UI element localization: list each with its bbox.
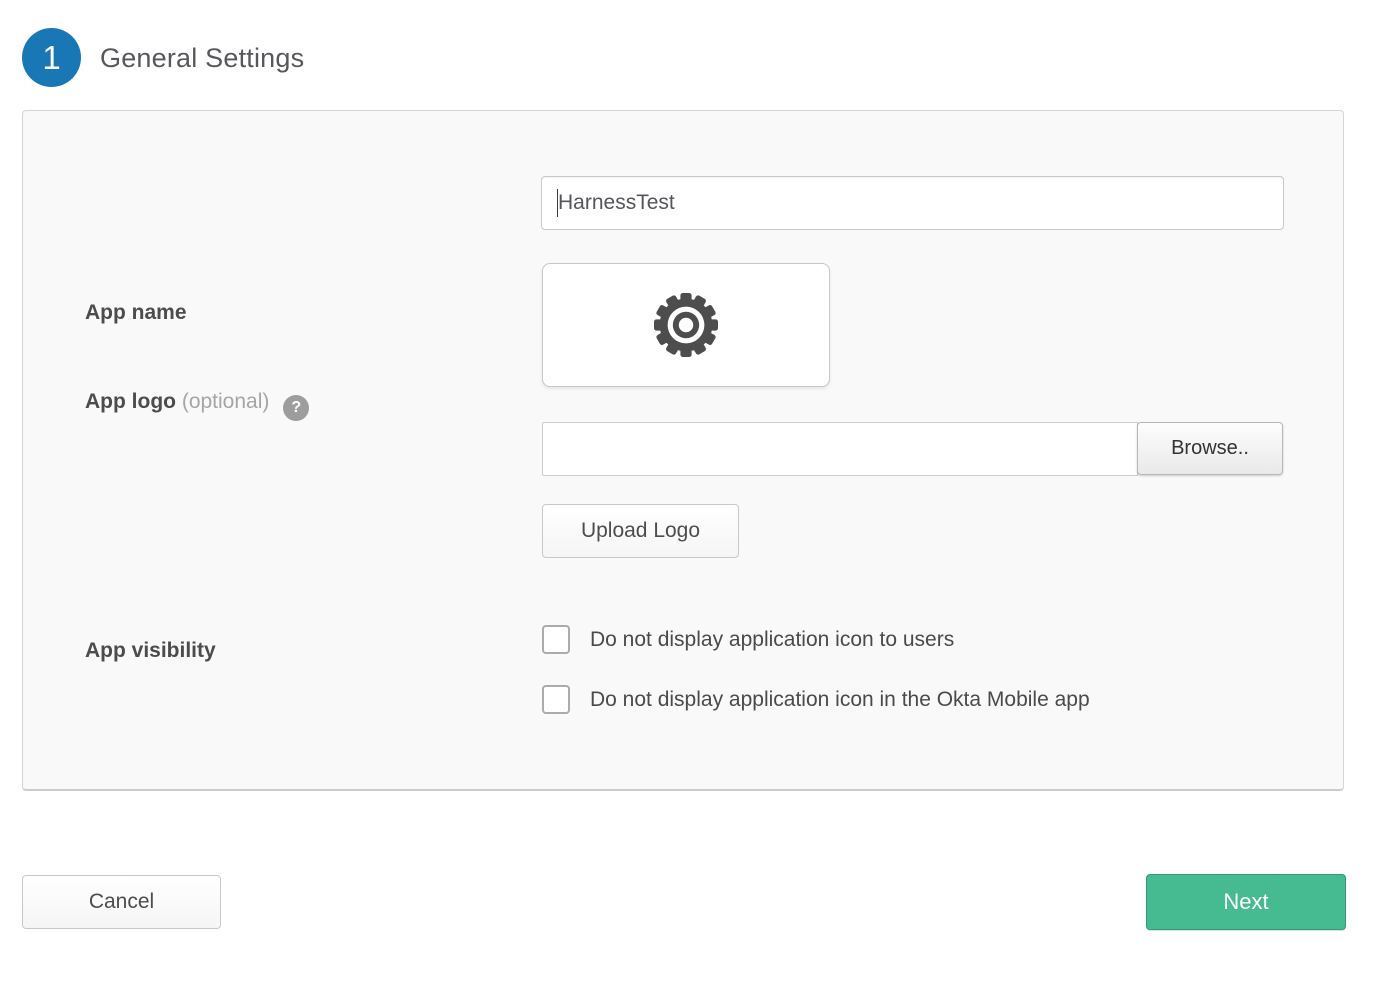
general-settings-page: 1 General Settings App name App logo (op… bbox=[0, 0, 1388, 986]
logo-file-row: Browse.. bbox=[542, 422, 1283, 476]
browse-button[interactable]: Browse.. bbox=[1137, 422, 1283, 475]
visibility-option-row: Do not display application icon to users bbox=[542, 625, 954, 654]
file-path-field[interactable] bbox=[542, 422, 1138, 476]
general-settings-panel: App name App logo (optional) ? bbox=[22, 110, 1344, 791]
app-logo-label-row: App logo (optional) ? bbox=[85, 390, 309, 421]
cancel-button[interactable]: Cancel bbox=[22, 875, 221, 929]
upload-logo-button[interactable]: Upload Logo bbox=[542, 504, 739, 558]
hide-icon-users-label: Do not display application icon to users bbox=[590, 628, 954, 652]
text-caret bbox=[557, 189, 558, 217]
optional-note: (optional) bbox=[182, 390, 270, 413]
next-button[interactable]: Next bbox=[1146, 874, 1346, 930]
gear-icon bbox=[646, 285, 726, 365]
page-title: General Settings bbox=[100, 28, 304, 87]
hide-icon-mobile-checkbox[interactable] bbox=[542, 685, 570, 714]
app-name-label: App name bbox=[85, 301, 187, 325]
hide-icon-mobile-label: Do not display application icon in the O… bbox=[590, 688, 1090, 712]
app-name-field-wrap bbox=[541, 176, 1284, 230]
question-mark-icon[interactable]: ? bbox=[283, 395, 309, 421]
hide-icon-users-checkbox[interactable] bbox=[542, 625, 570, 654]
app-visibility-label: App visibility bbox=[85, 639, 216, 663]
app-logo-label: App logo bbox=[85, 390, 176, 413]
logo-preview-box bbox=[542, 263, 830, 387]
visibility-option-row: Do not display application icon in the O… bbox=[542, 685, 1090, 714]
app-name-input[interactable] bbox=[541, 176, 1284, 230]
step-number-badge: 1 bbox=[22, 28, 81, 87]
